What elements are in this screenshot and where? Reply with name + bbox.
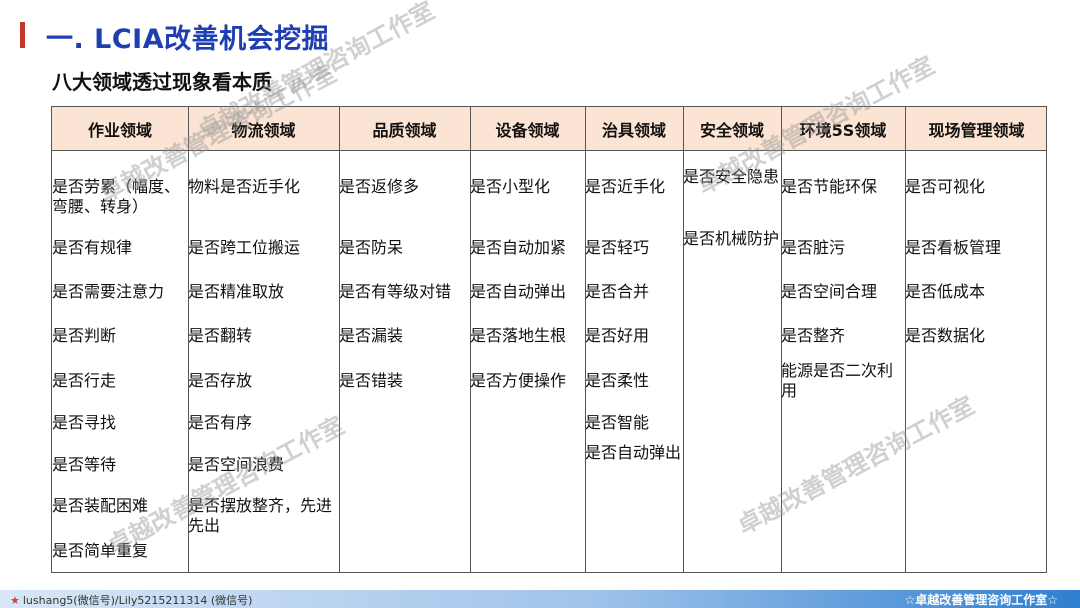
table-cell: 是否翻转 [188,326,253,345]
table-cell: 是否寻找 [52,413,117,432]
table-cell: 是否可视化 [905,177,986,196]
column-header: 治具领域 [601,121,666,140]
table-cell: 是否合并 [585,282,650,301]
page-title: 一. LCIA改善机会挖掘 [46,24,330,55]
table-cell: 是否劳累（幅度、弯腰、转身） [52,177,181,216]
table-cell: 是否机械防护 [683,229,780,248]
column-header: 环境5S领域 [799,121,887,140]
table-cell: 是否等待 [52,455,117,474]
table-cell: 是否空间浪费 [188,455,285,474]
table-header-row: 作业领域 物流领域 品质领域 设备领域 治具领域 安全领域 环境5S领域 现场管理领域 [52,107,1046,151]
column-header: 现场管理领域 [928,121,1025,140]
table-cell: 是否数据化 [905,326,986,345]
table-column: 是否节能环保 是否脏污是否空间合理 是否整齐能源是否二次利用 [781,151,905,572]
table-cell: 是否防呆 [339,238,404,257]
table-cell: 是否行走 [52,371,117,390]
column-header: 物流领域 [231,121,296,140]
table-column: 是否近手化是否轻巧是否合并是否好用是否柔性是否智能是否自动弹出 [585,151,683,572]
column-header: 安全领域 [699,121,764,140]
table-cell: 是否自动弹出 [585,443,682,462]
table-cell: 是否自动加紧 [470,238,567,257]
table-cell: 是否自动弹出 [470,282,567,301]
page-subtitle: 八大领域透过现象看本质 [52,70,272,94]
table-cell: 是否轻巧 [585,238,650,257]
table-cell: 是否跨工位搬运 [188,238,301,257]
column-header: 作业领域 [87,121,152,140]
table-cell: 是否节能环保 [781,177,878,196]
footer-contact-text: lushang5(微信号)/Lily5215211314 (微信号) [22,594,253,607]
table-cell: 是否返修多 [339,177,420,196]
table-cell: 能源是否二次利用 [781,361,894,400]
table-column: 物料是否近手化 是否跨工位搬运 是否精准取放 是否翻转是否存放是否有序是否空间浪费是否… [188,151,339,572]
table-cell: 是否有序 [188,413,253,432]
column-header: 设备领域 [495,121,560,140]
title-accent-bar [20,22,25,48]
table-cell: 物料是否近手化 [188,177,301,196]
table-cell: 是否漏装 [339,326,404,345]
table-column: 是否劳累（幅度、弯腰、转身） 是否有规律是否需要注意力 是否判断是否行走是否寻找是否… [52,151,188,572]
table-cell: 是否小型化 [470,177,551,196]
table-cell: 是否近手化 [585,177,666,196]
column-header: 品质领域 [372,121,437,140]
table-cell: 是否装配困难 [52,496,149,515]
table-cell: 是否空间合理 [781,282,878,301]
table-cell: 是否好用 [585,326,650,345]
table-cell: 是否错装 [339,371,404,390]
table-cell: 是否整齐 [781,326,846,345]
star-icon: ★ [10,594,20,607]
table-column: 是否可视化是否看板管理 是否低成本是否数据化 [905,151,1048,572]
table-cell: 是否判断 [52,326,117,345]
table-column: 是否小型化是否自动加紧 是否自动弹出 是否落地生根 是否方便操作 [470,151,585,572]
table-cell: 是否方便操作 [470,371,567,390]
table-cell: 是否简单重复 [52,541,149,560]
table-cell: 是否安全隐患 [683,167,780,186]
table-cell: 是否需要注意力 [52,282,165,301]
table-cell: 是否智能 [585,413,650,432]
table-column: 是否安全隐患 是否机械防护 [683,151,781,572]
table-column: 是否返修多是否防呆是否有等级对错 是否漏装是否错装 [339,151,470,572]
table-cell: 是否摆放整齐，先进先出 [188,496,333,535]
table-cell: 是否存放 [188,371,253,390]
footer-brand: ☆卓越改善管理咨询工作室☆ [904,593,1058,607]
table-cell: 是否看板管理 [905,238,1002,257]
footer-bar: ★ lushang5(微信号)/Lily5215211314 (微信号) ☆卓越改… [0,590,1080,608]
table-cell: 是否低成本 [905,282,986,301]
domains-table: 作业领域 物流领域 品质领域 设备领域 治具领域 安全领域 环境5S领域 现场管理领域 是否劳… [51,106,1047,573]
table-cell: 是否脏污 [781,238,846,257]
table-cell: 是否柔性 [585,371,650,390]
table-cell: 是否有等级对错 [339,282,452,301]
footer-contact: ★ lushang5(微信号)/Lily5215211314 (微信号) [10,592,252,608]
table-cell: 是否有规律 [52,238,133,257]
table-cell: 是否精准取放 [188,282,285,301]
table-cell: 是否落地生根 [470,326,567,345]
